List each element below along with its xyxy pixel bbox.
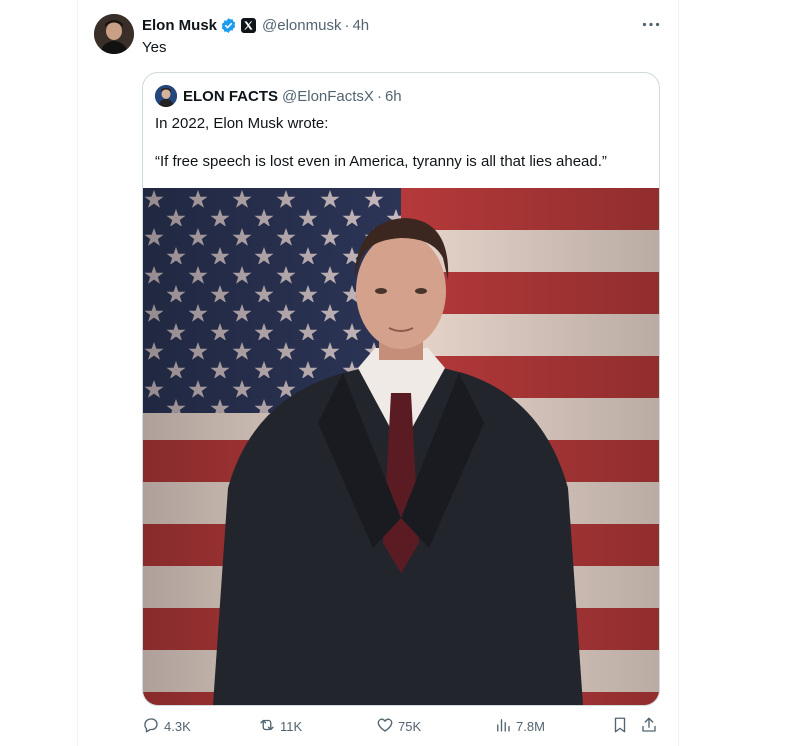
- author-avatar[interactable]: [94, 14, 134, 54]
- share-icon: [640, 716, 658, 737]
- separator: ·: [376, 87, 382, 105]
- repost-button[interactable]: 11K: [258, 708, 302, 744]
- bookmark-icon: [611, 716, 629, 737]
- tweet-time[interactable]: 4h: [352, 17, 369, 34]
- like-button[interactable]: 75K: [376, 708, 421, 744]
- x-logo-icon[interactable]: [241, 17, 257, 33]
- quoted-author-avatar[interactable]: [155, 85, 177, 107]
- quoted-text-line: In 2022, Elon Musk wrote:: [155, 115, 329, 132]
- verified-badge-icon: [220, 17, 237, 34]
- tweet-header: Elon Musk @elonmusk · 4h: [142, 14, 369, 36]
- author-handle[interactable]: @elonmusk: [262, 17, 341, 34]
- quoted-tweet[interactable]: ELON FACTS @ElonFactsX · 6h In 2022, Elo…: [142, 72, 660, 706]
- quoted-author-name[interactable]: ELON FACTS: [183, 88, 278, 105]
- quoted-time[interactable]: 6h: [385, 88, 402, 105]
- quoted-text-quote: “If free speech is lost even in America,…: [155, 153, 607, 170]
- quoted-image[interactable]: [143, 188, 659, 705]
- quoted-header: ELON FACTS @ElonFactsX · 6h: [183, 86, 402, 106]
- quoted-author-handle[interactable]: @ElonFactsX: [282, 88, 374, 105]
- repost-icon: [258, 716, 276, 737]
- like-count: 75K: [398, 718, 422, 734]
- views-icon: [494, 716, 512, 737]
- reply-icon: [142, 716, 160, 737]
- heart-icon: [376, 716, 394, 737]
- views-button[interactable]: 7.8M: [494, 708, 545, 744]
- views-count: 7.8M: [516, 718, 545, 734]
- reply-count: 4.3K: [164, 718, 191, 734]
- reply-button[interactable]: 4.3K: [142, 708, 191, 744]
- repost-count: 11K: [280, 718, 303, 734]
- share-button[interactable]: [640, 708, 658, 744]
- author-name[interactable]: Elon Musk: [142, 17, 217, 34]
- separator: ·: [344, 16, 350, 34]
- bookmark-button[interactable]: [611, 708, 629, 744]
- more-icon[interactable]: [640, 14, 662, 34]
- tweet-text: Yes: [142, 39, 167, 56]
- action-bar: 4.3K 11K 75K 7.8M: [0, 708, 801, 744]
